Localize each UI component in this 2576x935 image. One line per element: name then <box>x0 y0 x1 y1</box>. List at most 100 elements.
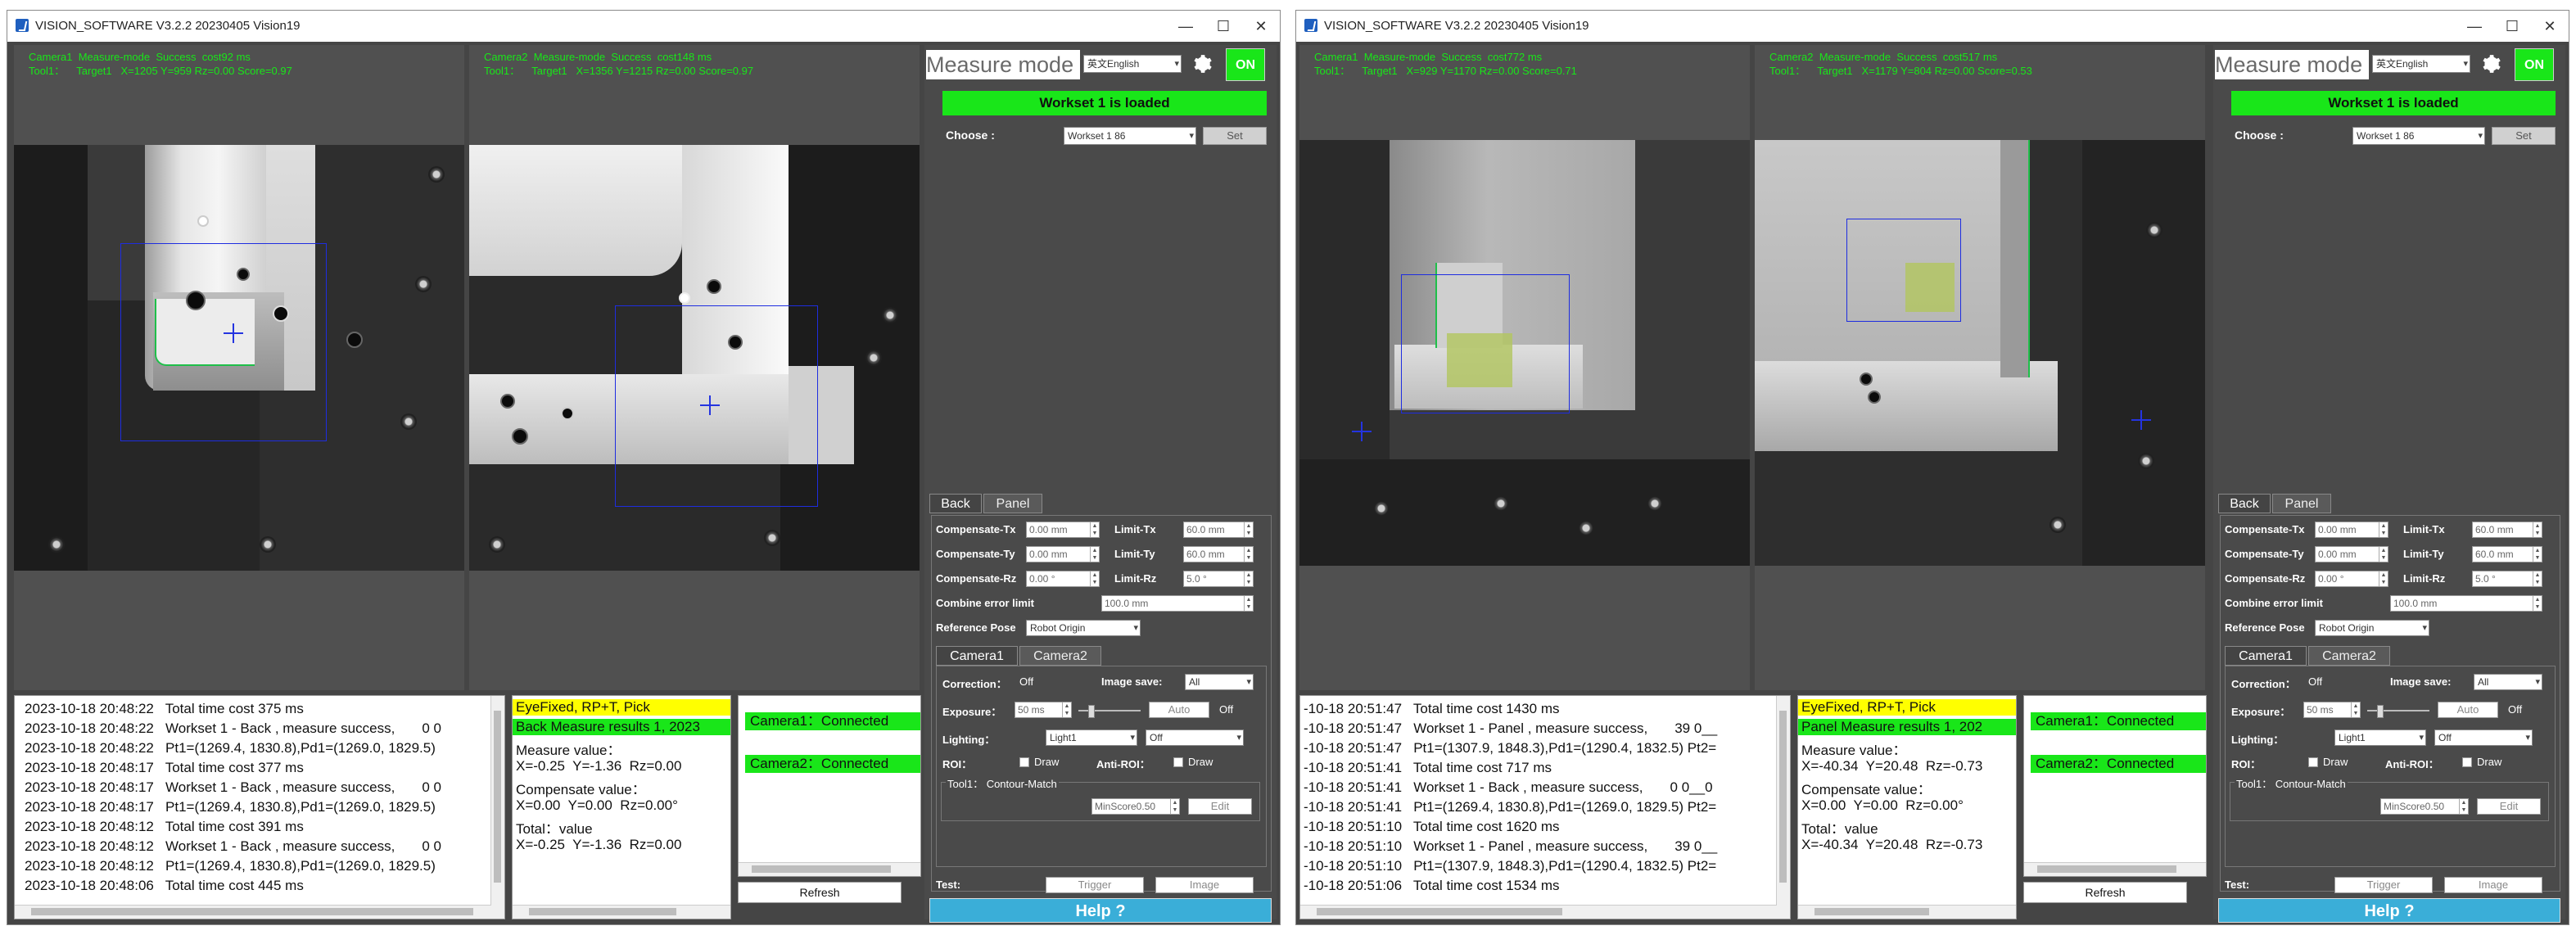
tab-back[interactable]: Back <box>2218 494 2271 513</box>
comp-rz-input[interactable]: 0.00 ° ▲ ▼ <box>1026 571 1100 587</box>
log-line: -10-18 20:51:47 Total time cost 1430 ms <box>1304 701 1560 716</box>
control-panel: Measure mode 英文English ON Workset 1 is l… <box>2213 45 2565 923</box>
on-toggle-button[interactable]: ON <box>2515 48 2554 81</box>
comp-tx-input[interactable]: 0.00 mm ▲ ▼ <box>2315 522 2388 538</box>
log-line: 2023-10-18 20:48:06 Total time cost 445 … <box>25 878 304 893</box>
log-list[interactable]: 2023-10-18 20:48:22 Total time cost 375 … <box>14 695 505 919</box>
reference-pose-select[interactable]: Robot Origin <box>2315 620 2429 636</box>
trigger-button[interactable]: Trigger <box>2334 877 2433 893</box>
results-horizontal-scrollbar[interactable] <box>513 905 730 919</box>
minimize-icon[interactable]: — <box>1167 11 1204 42</box>
roi-draw-label: Draw <box>1034 756 1060 768</box>
image-save-select[interactable]: All <box>2474 674 2542 690</box>
log-vertical-scrollbar[interactable] <box>490 696 504 919</box>
image-button[interactable]: Image <box>2444 877 2542 893</box>
language-select[interactable]: 英文English <box>1083 55 1182 73</box>
connection-horizontal-scrollbar[interactable] <box>739 862 920 876</box>
help-button[interactable]: Help ? <box>929 898 1272 923</box>
trigger-button[interactable]: Trigger <box>1046 877 1144 893</box>
tab-back[interactable]: Back <box>929 494 982 513</box>
lighting-select[interactable]: Light1 <box>2334 729 2426 746</box>
combine-error-input[interactable]: 100.0 mm ▲ ▼ <box>2390 595 2542 612</box>
limit-rz-input[interactable]: 5.0 ° ▲ ▼ <box>1183 571 1254 587</box>
on-toggle-button[interactable]: ON <box>1226 48 1265 81</box>
exposure-slider[interactable] <box>1078 705 1141 718</box>
tab-camera2[interactable]: Camera2 <box>1019 646 1101 666</box>
limit-ty-input[interactable]: 60.0 mm ▲ ▼ <box>2472 546 2542 562</box>
lighting-state-select[interactable]: Off <box>1146 729 1244 746</box>
maximize-icon[interactable]: ☐ <box>2493 11 2531 42</box>
anti-roi-draw-checkbox[interactable] <box>1173 757 1183 767</box>
auto-exposure-button[interactable]: Auto <box>1149 702 1209 718</box>
camera2-connection: Camera2：Connected <box>745 755 920 773</box>
log-vertical-scrollbar[interactable] <box>1776 696 1790 919</box>
refresh-button[interactable]: Refresh <box>2023 882 2187 903</box>
minscore-input[interactable]: MinScore0.50 ▲ ▼ <box>1091 798 1180 815</box>
help-button[interactable]: Help ? <box>2218 898 2560 923</box>
tab-camera1[interactable]: Camera1 <box>2225 646 2307 666</box>
maximize-icon[interactable]: ☐ <box>1204 11 1242 42</box>
roi-draw-label: Draw <box>2323 756 2348 768</box>
image-save-select[interactable]: All <box>1185 674 1254 690</box>
limit-ty-input[interactable]: 60.0 mm ▲ ▼ <box>1183 546 1254 562</box>
title-bar[interactable]: VISION_SOFTWARE V3.2.2 20230405 Vision19… <box>1296 11 2569 42</box>
tab-panel[interactable]: Panel <box>983 494 1042 513</box>
results-horizontal-scrollbar[interactable] <box>1798 905 2016 919</box>
language-select[interactable]: 英文English <box>2372 55 2470 73</box>
camera1-view[interactable]: Camera1 Measure-mode Success cost772 ms … <box>1299 45 1750 690</box>
connection-horizontal-scrollbar[interactable] <box>2024 862 2206 876</box>
set-button[interactable]: Set <box>1203 127 1267 145</box>
tab-panel[interactable]: Panel <box>2272 494 2331 513</box>
camera2-view[interactable]: Camera2 Measure-mode Success cost517 ms … <box>1755 45 2205 690</box>
roi-draw-checkbox[interactable] <box>1019 757 1029 767</box>
combine-error-input[interactable]: 100.0 mm ▲ ▼ <box>1101 595 1254 612</box>
limit-rz-input[interactable]: 5.0 ° ▲ ▼ <box>2472 571 2542 587</box>
minimize-icon[interactable]: — <box>2456 11 2493 42</box>
gear-icon[interactable] <box>1191 53 1213 75</box>
results-panel[interactable]: EyeFixed, RP+T, Pick Back Measure result… <box>512 695 731 919</box>
auto-exposure-button[interactable]: Auto <box>2438 702 2498 718</box>
lighting-select[interactable]: Light1 <box>1046 729 1137 746</box>
camera2-status: Camera2 Measure-mode Success cost517 ms … <box>1769 51 2032 77</box>
comp-ty-input[interactable]: 0.00 mm ▲ ▼ <box>2315 546 2388 562</box>
edit-button[interactable]: Edit <box>2477 798 2541 815</box>
limit-tx-input[interactable]: 60.0 mm ▲ ▼ <box>2472 522 2542 538</box>
camera1-image <box>1299 140 1750 566</box>
set-button[interactable]: Set <box>2492 127 2556 145</box>
connection-list[interactable]: Camera1：Connected Camera2：Connected <box>2023 695 2207 877</box>
close-icon[interactable]: ✕ <box>1242 11 1280 42</box>
reference-pose-select[interactable]: Robot Origin <box>1026 620 1141 636</box>
edit-button[interactable]: Edit <box>1188 798 1252 815</box>
workset-select[interactable]: Workset 1 86 <box>1064 127 1196 145</box>
exposure-slider[interactable] <box>2367 705 2429 718</box>
camera2-view[interactable]: Camera2 Measure-mode Success cost148 ms … <box>469 45 920 690</box>
connection-list[interactable]: Camera1：Connected Camera2：Connected <box>738 695 921 877</box>
tab-camera1[interactable]: Camera1 <box>936 646 1018 666</box>
results-panel[interactable]: EyeFixed, RP+T, Pick Panel Measure resul… <box>1797 695 2017 919</box>
log-list[interactable]: -10-18 20:51:47 Total time cost 1430 ms … <box>1299 695 1791 919</box>
exposure-input[interactable]: 50 ms ▲ ▼ <box>2303 702 2361 718</box>
comp-tx-input[interactable]: 0.00 mm ▲ ▼ <box>1026 522 1100 538</box>
gear-icon[interactable] <box>2480 53 2501 75</box>
exposure-input[interactable]: 50 ms ▲ ▼ <box>1015 702 1072 718</box>
minscore-input[interactable]: MinScore0.50 ▲ ▼ <box>2380 798 2469 815</box>
comp-ty-input[interactable]: 0.00 mm ▲ ▼ <box>1026 546 1100 562</box>
anti-roi-draw-checkbox[interactable] <box>2462 757 2472 767</box>
anti-roi-label: Anti-ROI： <box>1096 758 1150 770</box>
result-line: X=0.00 Y=0.00 Rz=0.00° <box>1801 797 1964 813</box>
image-button[interactable]: Image <box>1155 877 1254 893</box>
roi-draw-checkbox[interactable] <box>2308 757 2318 767</box>
log-horizontal-scrollbar[interactable] <box>1300 905 1777 919</box>
refresh-button[interactable]: Refresh <box>738 882 902 903</box>
tab-camera2[interactable]: Camera2 <box>2308 646 2390 666</box>
title-bar[interactable]: VISION_SOFTWARE V3.2.2 20230405 Vision19… <box>7 11 1280 42</box>
camera1-view[interactable]: Camera1 Measure-mode Success cost92 ms T… <box>14 45 464 690</box>
log-horizontal-scrollbar[interactable] <box>15 905 491 919</box>
close-icon[interactable]: ✕ <box>2531 11 2569 42</box>
lighting-state-select[interactable]: Off <box>2434 729 2533 746</box>
comp-rz-input[interactable]: 0.00 ° ▲ ▼ <box>2315 571 2388 587</box>
workset-select[interactable]: Workset 1 86 <box>2352 127 2485 145</box>
exposure-label: Exposure： <box>942 706 1002 718</box>
limit-tx-input[interactable]: 60.0 mm ▲ ▼ <box>1183 522 1254 538</box>
result-header: Back Measure results 1, 2023 <box>513 719 730 735</box>
